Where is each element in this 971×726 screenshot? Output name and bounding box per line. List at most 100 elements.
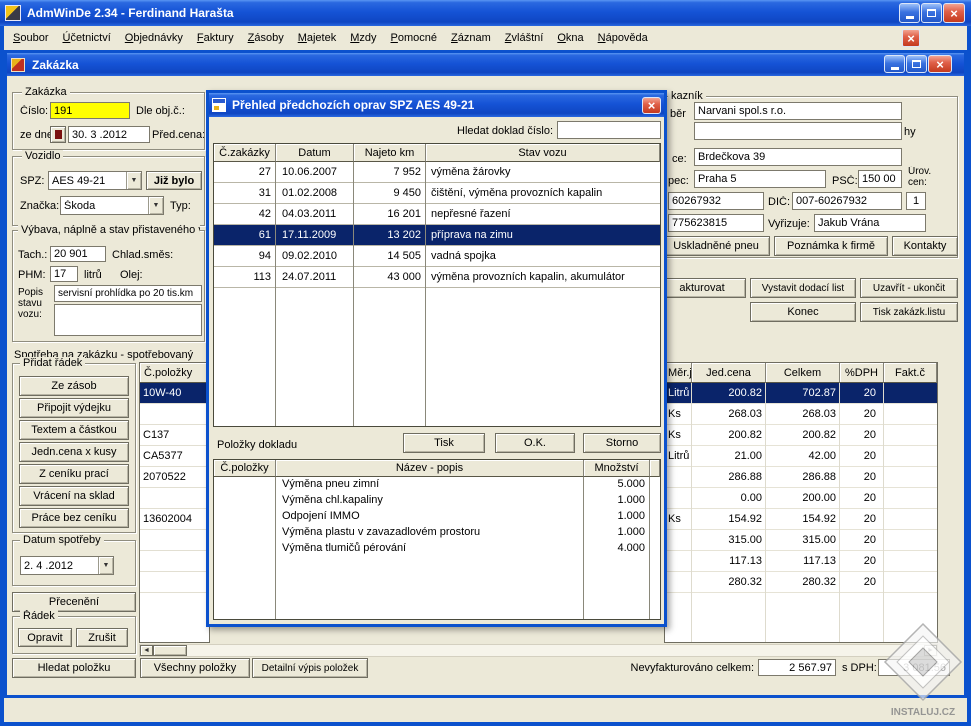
item-row-2[interactable]: C137 <box>140 425 209 446</box>
scrollbar-track[interactable] <box>187 645 924 656</box>
phm-field[interactable]: 17 <box>50 266 78 282</box>
repair-row-3[interactable]: 6117.11.200913 202příprava na zimu <box>214 225 660 246</box>
menu-item-2[interactable]: Objednávky <box>118 28 190 48</box>
spz-combo[interactable]: AES 49-21 ▼ <box>48 171 142 190</box>
item-row-8[interactable] <box>140 551 209 572</box>
grid-row-3[interactable]: Litrů21.0042.0020 <box>665 446 937 467</box>
menu-item-0[interactable]: Soubor <box>6 28 55 48</box>
grid-row-9[interactable]: 280.32280.3220 <box>665 572 937 593</box>
spz-dropdown-arrow-icon[interactable]: ▼ <box>126 172 141 189</box>
repairs-dialog-close-button[interactable]: × <box>642 97 661 114</box>
date-picker-icon-button[interactable] <box>50 126 66 143</box>
grid-row-0[interactable]: Litrů200.82702.8720 <box>665 383 937 404</box>
vyrizuje-field[interactable]: Jakub Vrána <box>814 214 926 232</box>
tisk-button[interactable]: Tisk <box>403 433 485 453</box>
item-row-1[interactable] <box>140 404 209 425</box>
vystavit-dodaci-list-button[interactable]: Vystavit dodací list <box>750 278 856 298</box>
vehicle-state-field-2[interactable] <box>54 304 202 336</box>
doc-item-row-1[interactable]: Výměna chl.kapaliny1.000 <box>214 493 660 509</box>
maximize-button[interactable] <box>921 3 942 23</box>
add-row-button-5[interactable]: Vrácení na sklad <box>19 486 129 506</box>
menu-item-4[interactable]: Zásoby <box>241 28 291 48</box>
horizontal-scrollbar[interactable]: ◄ ► <box>139 644 938 657</box>
customer-name-field[interactable]: Narvani spol.s r.o. <box>694 102 902 120</box>
scrollbar-thumb[interactable] <box>153 645 187 656</box>
item-row-3[interactable]: CA5377 <box>140 446 209 467</box>
date-dropdown-arrow-icon[interactable]: ▼ <box>98 557 113 574</box>
storno-button[interactable]: Storno <box>583 433 661 453</box>
customer-name-field-2[interactable] <box>694 122 902 140</box>
zakazka-maximize-button[interactable] <box>906 55 927 73</box>
jiz-bylo-button[interactable]: Již bylo <box>146 171 202 190</box>
scroll-left-arrow-icon[interactable]: ◄ <box>140 645 153 656</box>
menu-item-7[interactable]: Pomocné <box>384 28 444 48</box>
znacka-dropdown-arrow-icon[interactable]: ▼ <box>148 197 163 214</box>
dic-field[interactable]: 007-60267932 <box>792 192 902 210</box>
item-row-7[interactable] <box>140 530 209 551</box>
doc-item-row-4[interactable]: Výměna tlumičů pérování4.000 <box>214 541 660 557</box>
tach-field[interactable]: 20 901 <box>50 246 106 262</box>
doc-item-row-0[interactable]: Výměna pneu zimní5.000 <box>214 477 660 493</box>
item-row-5[interactable] <box>140 488 209 509</box>
psc-field[interactable]: 150 00 <box>858 170 902 188</box>
grid-row-8[interactable]: 117.13117.1320 <box>665 551 937 572</box>
order-date-field[interactable]: 30. 3 .2012 <box>68 126 150 143</box>
add-row-button-0[interactable]: Ze zásob <box>19 376 129 396</box>
grid-row-2[interactable]: Ks200.82200.8220 <box>665 425 937 446</box>
add-row-button-2[interactable]: Textem a částkou <box>19 420 129 440</box>
item-row-0[interactable]: 10W-40 <box>140 383 209 404</box>
menu-item-1[interactable]: Účetnictví <box>55 28 117 48</box>
preceneni-button[interactable]: Přecenění <box>12 592 136 612</box>
zakazka-minimize-button[interactable] <box>884 55 905 73</box>
grid-row-6[interactable]: Ks154.92154.9220 <box>665 509 937 530</box>
opravit-button[interactable]: Opravit <box>18 628 72 647</box>
item-row-9[interactable] <box>140 572 209 593</box>
mdi-close-button[interactable]: × <box>902 29 920 47</box>
doc-item-row-3[interactable]: Výměna plastu v zavazadlovém prostoru1.0… <box>214 525 660 541</box>
street-field[interactable]: Brdečkova 39 <box>694 148 902 166</box>
hledat-doklad-input[interactable] <box>557 121 661 139</box>
menu-item-8[interactable]: Záznam <box>444 28 498 48</box>
menu-item-11[interactable]: Nápověda <box>591 28 655 48</box>
ico-field[interactable]: 60267932 <box>668 192 764 210</box>
doc-item-row-2[interactable]: Odpojení IMMO1.000 <box>214 509 660 525</box>
add-row-button-4[interactable]: Z ceníku prací <box>19 464 129 484</box>
tisk-zakazkoveho-listu-button[interactable]: Tisk zakázk.listu <box>860 302 958 322</box>
menu-item-3[interactable]: Faktury <box>190 28 241 48</box>
grid-row-5[interactable]: 0.00200.0020 <box>665 488 937 509</box>
repair-row-1[interactable]: 3101.02.20089 450čištění, výměna provozn… <box>214 183 660 204</box>
item-row-4[interactable]: 2070522 <box>140 467 209 488</box>
uzavrit-ukoncit-button[interactable]: Uzavřít - ukončit <box>860 278 958 298</box>
repair-row-2[interactable]: 4204.03.201116 201nepřesné řazení <box>214 204 660 225</box>
city-field[interactable]: Praha 5 <box>694 170 826 188</box>
ok-button[interactable]: O.K. <box>495 433 575 453</box>
grid-row-4[interactable]: 286.88286.8820 <box>665 467 937 488</box>
add-row-button-6[interactable]: Práce bez ceníku <box>19 508 129 528</box>
vsechny-polozky-button[interactable]: Všechny položky <box>140 658 250 678</box>
price-level-field[interactable]: 1 <box>906 192 926 210</box>
menu-item-5[interactable]: Majetek <box>291 28 344 48</box>
kontakty-button[interactable]: Kontakty <box>892 236 958 256</box>
konec-button[interactable]: Konec <box>750 302 856 322</box>
menu-item-6[interactable]: Mzdy <box>343 28 383 48</box>
grid-row-7[interactable]: 315.00315.0020 <box>665 530 937 551</box>
phone-field[interactable]: 775623815 <box>668 214 764 232</box>
consumption-date-combo[interactable]: 2. 4 .2012 ▼ <box>20 556 114 575</box>
item-row-6[interactable]: 13602004 <box>140 509 209 530</box>
uskladnene-pneu-button[interactable]: Uskladněné pneu <box>662 236 770 256</box>
hledat-polozku-button[interactable]: Hledat položku <box>12 658 136 678</box>
add-row-button-1[interactable]: Připojit výdejku <box>19 398 129 418</box>
poznamka-k-firme-button[interactable]: Poznámka k firmě <box>774 236 888 256</box>
grid-row-1[interactable]: Ks268.03268.0320 <box>665 404 937 425</box>
minimize-button[interactable] <box>899 3 920 23</box>
menu-item-10[interactable]: Okna <box>550 28 590 48</box>
repair-row-4[interactable]: 9409.02.201014 505vadná spojka <box>214 246 660 267</box>
menu-item-9[interactable]: Zvláštní <box>498 28 551 48</box>
add-row-button-3[interactable]: Jedn.cena x kusy <box>19 442 129 462</box>
vehicle-state-field[interactable]: servisní prohlídka po 20 tis.km <box>54 285 202 302</box>
close-button[interactable]: × <box>943 3 965 23</box>
znacka-combo[interactable]: Škoda ▼ <box>60 196 164 215</box>
repair-row-0[interactable]: 2710.06.20077 952výměna žárovky <box>214 162 660 183</box>
fakturovat-button[interactable]: akturovat <box>658 278 746 298</box>
zrusit-button[interactable]: Zrušit <box>76 628 128 647</box>
